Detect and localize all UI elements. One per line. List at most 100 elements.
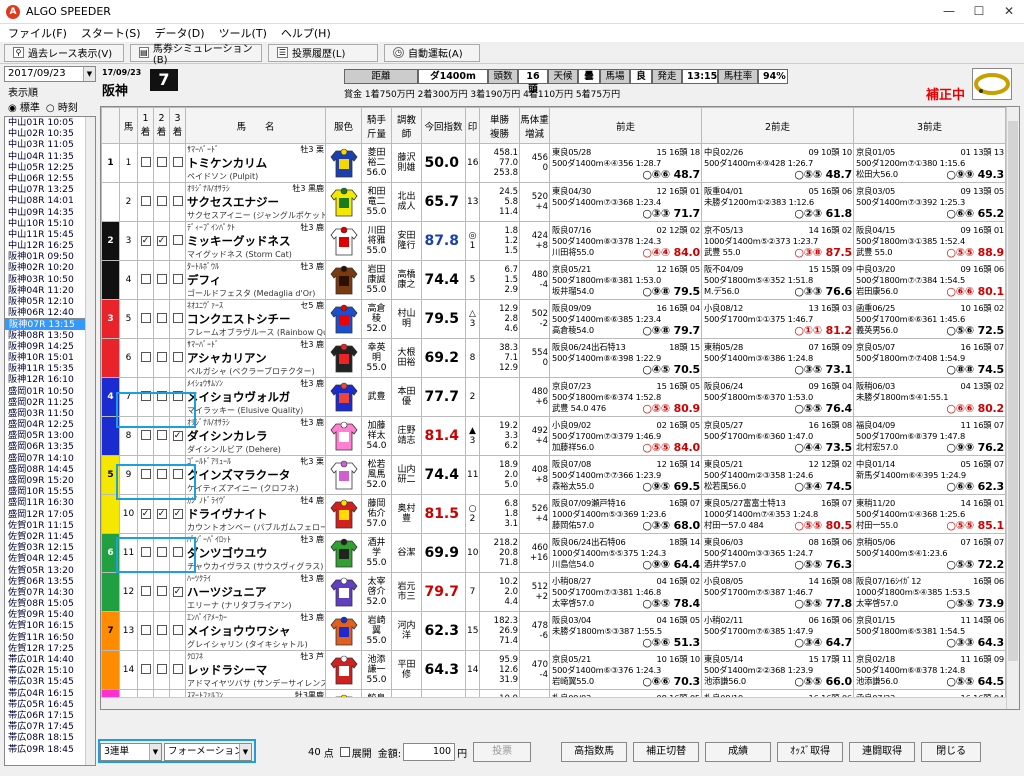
finish-checkbox[interactable]	[156, 351, 167, 362]
finish-checkbox[interactable]	[140, 273, 151, 284]
mark-cell[interactable]: 7	[465, 572, 480, 612]
race-list-item[interactable]: 帯広08R 18:15	[5, 732, 95, 743]
finish-checkbox[interactable]	[140, 156, 151, 167]
table-row[interactable]: 7 13 ｴﾝﾊﾟｲｱﾒｰｶｰ 牡3 鹿メイショウウワシャ グレイシャリン (タイキシャ…	[101, 611, 1006, 651]
race-list-item[interactable]: 中山08R 14:01	[5, 195, 95, 206]
finish-checkbox[interactable]	[172, 624, 183, 635]
race-list-item[interactable]: 阪神07R 13:15	[5, 318, 95, 330]
horse-name[interactable]: レッドラシーマ	[187, 662, 324, 678]
prev-race-1[interactable]: 京良07/23 15 16頭 05 500ダ1800m⑥⑥374 1:52.8 武豊 …	[549, 377, 702, 417]
horse-name[interactable]: アシャカリアン	[187, 350, 324, 366]
amount-input[interactable]: 100	[403, 743, 456, 761]
finish-checkbox[interactable]	[156, 273, 167, 284]
vote-button[interactable]: 投票	[473, 742, 532, 762]
horse-name[interactable]: メイショウヴォルガ	[187, 389, 324, 405]
table-row[interactable]: 4 ﾀｰﾄﾙﾎﾞｳﾙ 牡3 鹿デフィ ゴールドフェスタ (Medaglia d'Or)…	[101, 260, 1006, 300]
finish-checkbox[interactable]: ✓	[140, 509, 151, 519]
finish-checkbox[interactable]	[172, 234, 183, 245]
mark-cell[interactable]: △ 3	[465, 299, 480, 339]
prev-race-3[interactable]: 京良03/05 09 13頭 05 500ダ1400m⑦③392 1:25.3 ○⑥⑥…	[853, 182, 1006, 222]
race-list-item[interactable]: 帯広07R 17:45	[5, 721, 95, 732]
table-row[interactable]: 6 ｻﾏｰﾊﾞｰﾄﾞ 牡3 鹿アシャカリアン ペルガシャ (ベクラーブロテクター) 幸英…	[101, 338, 1006, 378]
race-list-item[interactable]: 阪神06R 12:40	[5, 307, 95, 318]
race-list-item[interactable]: 盛岡04R 12:25	[5, 419, 95, 430]
finish-checkbox[interactable]	[156, 663, 167, 674]
horse-name[interactable]: ダイシンカレラ	[187, 428, 324, 444]
prev-race-2[interactable]: 東稍05/28 07 16頭 09 500ダ1400m③⑥386 1:24.8 ○③⑤…	[701, 338, 854, 378]
mark-cell[interactable]: ○ 2	[465, 494, 480, 534]
prev-race-2[interactable]: 京良05/27 16 16頭 08 500ダ1700m⑥⑥360 1:47.0 ○④④…	[701, 416, 854, 456]
prev-race-3[interactable]: 東稍11/20 14 16頭 01 500ダ1400m①④368 1:25.6 村田一…	[853, 494, 1006, 534]
race-list-item[interactable]: 中山01R 10:05	[5, 117, 95, 128]
horse-name[interactable]: デフィ	[187, 272, 324, 288]
finish-checkbox[interactable]	[140, 429, 151, 440]
race-list-item[interactable]: 阪神08R 13:50	[5, 330, 95, 341]
prev-race-1[interactable]: 阪良07/08 12 16頭 14 500ダ1400m⑦⑦366 1:23.9 森裕太…	[549, 455, 702, 495]
mark-cell[interactable]: 13	[465, 182, 480, 222]
race-list-scrollbar[interactable]	[85, 117, 95, 765]
race-list-item[interactable]: 佐賀06R 13:55	[5, 576, 95, 587]
prev-race-2[interactable]: 東良05/27富富士特13 16頭 07 1000ダ1400m⑦④353 1:24.…	[701, 494, 854, 534]
finish-checkbox[interactable]	[172, 195, 183, 206]
finish-checkbox[interactable]	[140, 663, 151, 674]
race-list-item[interactable]: 阪神12R 16:10	[5, 374, 95, 385]
finish-checkbox[interactable]: ✓	[172, 509, 183, 519]
horse-name[interactable]: メイショウウワシャ	[187, 623, 324, 639]
mark-cell[interactable]: ◎ 1	[465, 221, 480, 261]
horse-name[interactable]: トミケンカリム	[187, 155, 324, 171]
finish-checkbox[interactable]	[140, 312, 151, 323]
prev-race-3[interactable]: 阪良04/15 09 16頭 01 500ダ1800m③①385 1:52.4 武豊 …	[853, 221, 1006, 261]
race-list-item[interactable]: 中山02R 10:35	[5, 128, 95, 139]
finish-checkbox[interactable]	[140, 585, 151, 596]
prev-race-2[interactable]: 小良08/05 14 16頭 08 500ダ1700m⑦⑤387 1:46.7 ○⑤⑤…	[701, 572, 854, 612]
race-list-item[interactable]: 盛岡12R 17:05	[5, 509, 95, 520]
race-list-item[interactable]: 佐賀12R 17:25	[5, 643, 95, 654]
prev-race-3[interactable]: 京良01/15 11 14頭 06 500ダ1800m⑥⑤381 1:54.5 ○③③…	[853, 611, 1006, 651]
race-list-item[interactable]: 阪神02R 10:20	[5, 262, 95, 273]
prev-race-2[interactable]: 阪良06/24 09 16頭 04 500ダ1800m⑤⑥370 1:53.0 ○⑤⑤…	[701, 377, 854, 417]
finish-checkbox[interactable]	[140, 351, 151, 362]
mark-cell[interactable]: 11	[465, 455, 480, 495]
finish-checkbox[interactable]	[172, 273, 183, 284]
race-list-item[interactable]: 佐賀07R 14:30	[5, 587, 95, 598]
vertical-scrollbar[interactable]	[1006, 107, 1019, 709]
table-row[interactable]: 6 11 ﾊﾞｿﾞｰﾊﾟｲﾛｯﾄ 牡3 鹿ダンツゴウユウ チャウカイヴラス (サウスヴィ…	[101, 533, 1006, 573]
table-row[interactable]: 1 1 ｻﾏｰﾊﾞｰﾄﾞ 牡3 栗トミケンカリム ペイドソン (Pulpit) 菱田 裕二…	[101, 143, 1006, 183]
finish-checkbox[interactable]: ✓	[172, 431, 183, 441]
consecutive-fetch-button[interactable]: 連闘取得	[849, 742, 916, 762]
mark-cell[interactable]: 14	[465, 650, 480, 690]
table-row[interactable]: 3 5 ﾈｵﾕﾆｳﾞｧｰｽ セ5 鹿コンクエストシチー フレームオブラヴルース (Rai…	[101, 299, 1006, 339]
finish-checkbox[interactable]: ✓	[156, 236, 167, 246]
race-list-item[interactable]: 盛岡05R 13:00	[5, 430, 95, 441]
correction-toggle-button[interactable]: 補正切替	[633, 742, 700, 762]
table-row[interactable]: 12 ✓ ﾊｰﾂｸﾗｲ 牡3 鹿ハーツジュニア エリーナ (ナリタブライアン) 太宰 啓介…	[101, 572, 1006, 612]
maximize-icon[interactable]: ☐	[964, 0, 994, 22]
chevron-down-icon[interactable]: ▼	[83, 67, 95, 81]
finish-checkbox[interactable]	[156, 585, 167, 596]
table-row[interactable]: 2 3 ✓ ✓ ﾃﾞｨｰﾌﾟｲﾝﾊﾟｸﾄ 牡3 鹿ミッキーグッドネス マイグッドネス (St…	[101, 221, 1006, 261]
finish-checkbox[interactable]	[140, 624, 151, 635]
prev-race-1[interactable]: 阪良07/16 02 12頭 02 500ダ1400m⑧③378 1:24.3 川田将…	[549, 221, 702, 261]
close-button[interactable]: 閉じる	[921, 742, 982, 762]
race-list-item[interactable]: 阪神11R 15:35	[5, 363, 95, 374]
horizontal-scrollbar[interactable]	[101, 697, 1006, 709]
prev-race-1[interactable]: 小稍08/27 04 16頭 02 500ダ1700m⑦③381 1:46.8 太宰啓…	[549, 572, 702, 612]
race-list-item[interactable]: 中山09R 14:35	[5, 207, 95, 218]
date-picker[interactable]: 2017/09/23 ▼	[4, 66, 96, 82]
race-list-item[interactable]: 帯広05R 16:45	[5, 699, 95, 710]
race-list-item[interactable]: 中山12R 16:25	[5, 240, 95, 251]
race-list-item[interactable]: 阪神05R 12:10	[5, 296, 95, 307]
table-row[interactable]: 8 ✓ ｵﾘｼﾞﾅﾙ/ｵｻﾗｼ 牡3 鹿ダイシンカレラ ダイシンルビア (Dehere)…	[101, 416, 1006, 456]
race-list-item[interactable]: 中山03R 11:05	[5, 139, 95, 150]
prev-race-3[interactable]: 阪稍06/03 04 13頭 02 未勝ダ1800m⑤④1:55.1 ○⑥⑥ 80.2	[853, 377, 1006, 417]
prev-race-3[interactable]: 中良03/20 09 16頭 06 500ダ1800m⑦⑦384 1:54.5 岩田康…	[853, 260, 1006, 300]
prev-race-1[interactable]: 阪良06/24出石特13 18頭 15 500ダ1400m⑧⑥398 1:22.9 ○…	[549, 338, 702, 378]
prev-race-1[interactable]: 小良09/02 02 16頭 05 500ダ1700m⑦③379 1:46.9 加藤祥…	[549, 416, 702, 456]
race-list-item[interactable]: 中山07R 13:25	[5, 184, 95, 195]
finish-checkbox[interactable]	[172, 351, 183, 362]
prev-race-1[interactable]: 阪良06/24出石特06 18頭 14 1000ダ1400m⑤⑤375 1:24.3…	[549, 533, 702, 573]
prev-race-1[interactable]: 阪良07/09瀬戸特16 16頭 07 1000ダ1400m⑤③369 1:23.6…	[549, 494, 702, 534]
menu-help[interactable]: ヘルプ(H)	[281, 25, 331, 41]
prev-race-2[interactable]: 中良02/26 09 10頭 10 500ダ1400m④⑨428 1:26.7 ○⑤⑤…	[701, 143, 854, 183]
horse-name[interactable]: ダンツゴウユウ	[187, 545, 324, 561]
